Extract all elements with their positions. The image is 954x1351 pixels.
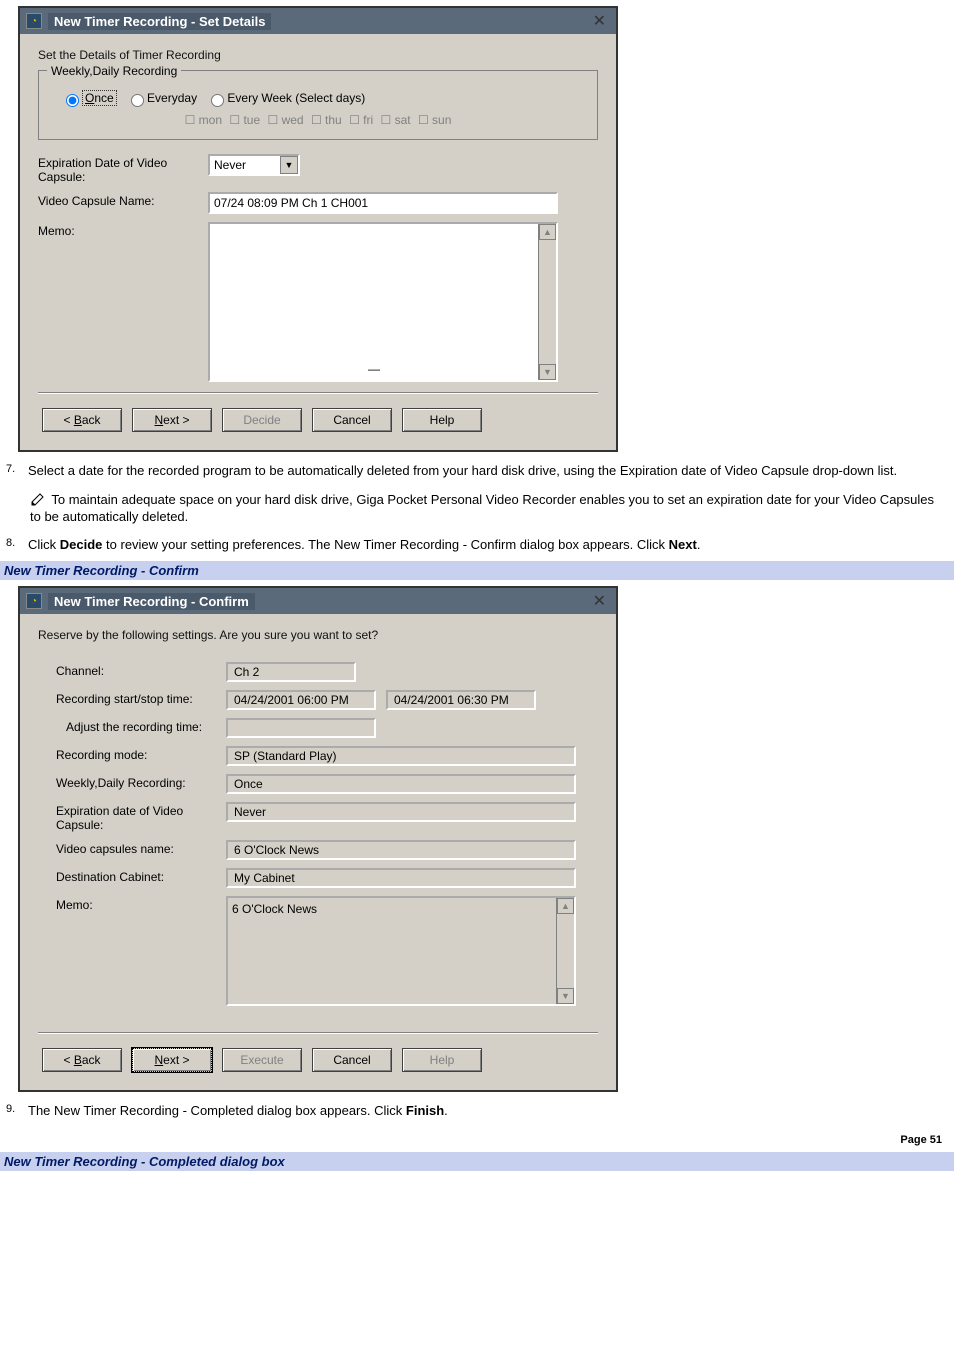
next-button[interactable]: Next > [132, 1048, 212, 1072]
mode-label: Recording mode: [56, 746, 226, 762]
step-text: Select a date for the recorded program t… [28, 462, 936, 480]
memo-value: — [368, 362, 380, 376]
expiration-value: Never [210, 158, 280, 172]
checkbox-wed: ☐ wed [267, 113, 303, 127]
titlebar: ◔ New Timer Recording - Confirm ✕ [20, 588, 616, 614]
memo-textarea[interactable]: — ▲ ▼ [208, 222, 558, 382]
app-icon: ◔ [26, 13, 42, 29]
channel-label: Channel: [56, 662, 226, 678]
step-8: 8. Click Decide to review your setting p… [6, 536, 936, 554]
step-number: 8. [6, 536, 28, 554]
expiration-value: Never [226, 802, 576, 822]
note-text: To maintain adequate space on your hard … [30, 492, 934, 525]
checkbox-tue: ☐ tue [229, 113, 260, 127]
confirm-dialog: ◔ New Timer Recording - Confirm ✕ Reserv… [18, 586, 618, 1092]
memo-readonly: 6 O'Clock News ▲ ▼ [226, 896, 576, 1006]
chevron-down-icon[interactable]: ▼ [280, 156, 298, 174]
radio-once[interactable]: Once [61, 91, 117, 105]
checkbox-sun: ☐ sun [418, 113, 451, 127]
back-button[interactable]: < Back [42, 408, 122, 432]
decide-button: Decide [222, 408, 302, 432]
adjust-label: Adjust the recording time: [56, 718, 226, 734]
instruction-text: Reserve by the following settings. Are y… [38, 628, 598, 642]
help-button[interactable]: Help [402, 408, 482, 432]
dialog-title: New Timer Recording - Confirm [48, 593, 255, 610]
weekly-daily-group: Weekly,Daily Recording Once Everyday Eve… [38, 70, 598, 140]
step-text: Click Decide to review your setting pref… [28, 536, 936, 554]
next-button[interactable]: Next > [132, 408, 212, 432]
divider [38, 1032, 598, 1034]
step-text: The New Timer Recording - Completed dial… [28, 1102, 936, 1120]
page-footer: Page 51 [0, 1128, 954, 1148]
scroll-down-icon[interactable]: ▼ [539, 364, 556, 380]
scroll-up-icon[interactable]: ▲ [557, 898, 574, 914]
scrollbar[interactable]: ▲ ▼ [556, 898, 574, 1004]
weekly-label: Weekly,Daily Recording: [56, 774, 226, 790]
memo-label: Memo: [38, 222, 208, 238]
radio-everyday[interactable]: Everyday [126, 91, 197, 105]
scroll-down-icon[interactable]: ▼ [557, 988, 574, 1004]
divider [38, 392, 598, 394]
radio-selectdays[interactable]: Every Week (Select days) [206, 91, 365, 105]
cancel-button[interactable]: Cancel [312, 1048, 392, 1072]
execute-button: Execute [222, 1048, 302, 1072]
cabinet-value: My Cabinet [226, 868, 576, 888]
step-number: 9. [6, 1102, 28, 1120]
capsules-label: Video capsules name: [56, 840, 226, 856]
checkbox-sat: ☐ sat [381, 113, 411, 127]
days-row: ☐ mon ☐ tue ☐ wed ☐ thu ☐ fri ☐ sat ☐ su… [51, 113, 585, 127]
titlebar: ◔ New Timer Recording - Set Details ✕ [20, 8, 616, 34]
step-7: 7. Select a date for the recorded progra… [6, 462, 936, 480]
mode-value: SP (Standard Play) [226, 746, 576, 766]
set-details-dialog: ◔ New Timer Recording - Set Details ✕ Se… [18, 6, 618, 452]
stop-value: 04/24/2001 06:30 PM [386, 690, 536, 710]
checkbox-thu: ☐ thu [311, 113, 342, 127]
cabinet-label: Destination Cabinet: [56, 868, 226, 884]
checkbox-fri: ☐ fri [349, 113, 373, 127]
step-9: 9. The New Timer Recording - Completed d… [6, 1102, 936, 1120]
pencil-icon [30, 492, 46, 506]
checkbox-mon: ☐ mon [185, 113, 222, 127]
weekly-value: Once [226, 774, 576, 794]
group-title: Weekly,Daily Recording [47, 64, 181, 78]
completed-heading: New Timer Recording - Completed dialog b… [0, 1152, 954, 1171]
back-button[interactable]: < Back [42, 1048, 122, 1072]
app-icon: ◔ [26, 593, 42, 609]
close-icon[interactable]: ✕ [589, 591, 610, 611]
close-icon[interactable]: ✕ [589, 11, 610, 31]
capsules-value: 6 O'Clock News [226, 840, 576, 860]
help-button: Help [402, 1048, 482, 1072]
startstop-label: Recording start/stop time: [56, 690, 226, 706]
expiration-label: Expiration Date of Video Capsule: [38, 154, 208, 184]
note: To maintain adequate space on your hard … [30, 490, 936, 526]
dialog-title: New Timer Recording - Set Details [48, 13, 271, 30]
confirm-heading: New Timer Recording - Confirm [0, 561, 954, 580]
capsule-name-label: Video Capsule Name: [38, 192, 208, 208]
step-number: 7. [6, 462, 28, 480]
expiration-combo[interactable]: Never ▼ [208, 154, 300, 176]
instruction-text: Set the Details of Timer Recording [38, 48, 598, 62]
start-value: 04/24/2001 06:00 PM [226, 690, 376, 710]
memo-label: Memo: [56, 896, 226, 912]
channel-value: Ch 2 [226, 662, 356, 682]
memo-value: 6 O'Clock News [228, 898, 556, 1004]
expiration-label: Expiration date of Video Capsule: [56, 802, 226, 832]
cancel-button[interactable]: Cancel [312, 408, 392, 432]
adjust-value [226, 718, 376, 738]
capsule-name-input[interactable]: 07/24 08:09 PM Ch 1 CH001 [208, 192, 558, 214]
scroll-up-icon[interactable]: ▲ [539, 224, 556, 240]
scrollbar[interactable]: ▲ ▼ [538, 224, 556, 380]
